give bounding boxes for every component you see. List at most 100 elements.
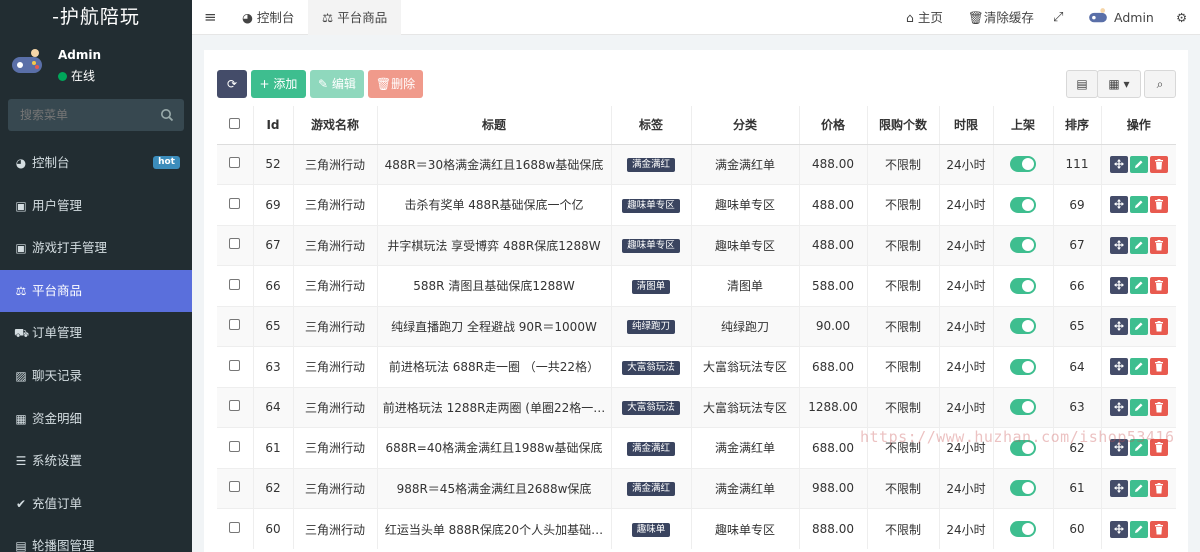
checkbox[interactable] (229, 440, 241, 452)
hamburger-icon[interactable]: ≡ (204, 0, 217, 35)
onsale-toggle[interactable] (1010, 318, 1036, 335)
sidebar-item-banner[interactable]: ▤ 轮播图管理 (0, 525, 192, 552)
row-checkbox-cell[interactable] (217, 467, 253, 509)
table-row[interactable]: 52 三角洲行动 488R＝30格满金满红且1688w基础保底 满金满红 满金满红单 48… (217, 143, 1176, 185)
edit-row-button[interactable] (1129, 236, 1148, 254)
edit-row-button[interactable] (1129, 520, 1148, 538)
checkbox[interactable] (229, 400, 241, 412)
sidebar-item-recharge[interactable]: ✔ 充值订单 (0, 483, 192, 526)
delete-row-button[interactable] (1149, 236, 1168, 254)
onsale-toggle[interactable] (1010, 196, 1036, 213)
table-row[interactable]: 64 三角洲行动 前进格玩法 1288R走两圈 (单圈22格一… 大富翁玩法 大富翁玩法… (217, 386, 1176, 428)
checkbox[interactable] (229, 522, 241, 533)
table-row[interactable]: 62 三角洲行动 988R＝45格满金满红且2688w保底 满金满红 满金满红单 988.… (217, 467, 1176, 509)
row-checkbox-cell[interactable] (217, 265, 253, 306)
row-checkbox-cell[interactable] (217, 305, 253, 347)
delete-row-button[interactable] (1149, 358, 1168, 376)
delete-button[interactable]: 🗑删除 (368, 70, 423, 98)
row-checkbox-cell[interactable] (217, 508, 253, 549)
delete-row-button[interactable] (1149, 398, 1168, 416)
onsale-toggle[interactable] (1010, 156, 1036, 173)
row-checkbox-cell[interactable] (217, 184, 253, 225)
delete-row-button[interactable] (1149, 317, 1168, 335)
refresh-button[interactable]: ⟳ (217, 70, 247, 98)
checkbox[interactable] (229, 117, 241, 129)
onsale-toggle[interactable] (1010, 399, 1036, 416)
edit-row-button[interactable] (1129, 398, 1148, 416)
row-checkbox-cell[interactable] (217, 346, 253, 387)
gears-icon[interactable]: ⚙ (1176, 0, 1187, 35)
sidebar-item-dashboard[interactable]: ◕ 控制台 hot (0, 142, 192, 185)
select-all-checkbox[interactable] (217, 106, 253, 145)
add-button[interactable]: + 添加 (251, 70, 306, 98)
onsale-toggle[interactable] (1010, 237, 1036, 254)
home-link[interactable]: ⌂ 主页 (906, 0, 943, 35)
row-checkbox-cell[interactable] (217, 427, 253, 468)
col-price[interactable]: 价格 (798, 106, 867, 145)
col-category[interactable]: 分类 (690, 106, 799, 145)
drag-move-icon[interactable] (1109, 236, 1128, 254)
col-id[interactable]: Id (252, 106, 293, 145)
delete-row-button[interactable] (1149, 155, 1168, 173)
edit-button[interactable]: ✎ 编辑 (310, 70, 364, 98)
sidebar-item-players[interactable]: ▣ 游戏打手管理 (0, 227, 192, 270)
edit-row-button[interactable] (1129, 196, 1148, 214)
columns-dropdown[interactable]: ▦ ▾ (1097, 70, 1141, 98)
col-limit[interactable]: 限购个数 (866, 106, 939, 145)
admin-menu[interactable]: Admin (1088, 0, 1154, 35)
drag-move-icon[interactable] (1109, 196, 1128, 214)
col-time[interactable]: 时限 (938, 106, 993, 145)
drag-move-icon[interactable] (1109, 479, 1128, 497)
drag-move-icon[interactable] (1109, 520, 1128, 538)
onsale-toggle[interactable] (1010, 521, 1036, 537)
sidebar-item-chat[interactable]: ▨ 聊天记录 (0, 355, 192, 398)
drag-move-icon[interactable] (1109, 277, 1128, 295)
row-checkbox-cell[interactable] (217, 224, 253, 266)
checkbox[interactable] (229, 238, 241, 250)
delete-row-button[interactable] (1149, 479, 1168, 497)
fullscreen-icon[interactable]: ⤢ (1053, 0, 1063, 35)
checkbox[interactable] (229, 481, 241, 493)
drag-move-icon[interactable] (1109, 398, 1128, 416)
toggle-view-button[interactable]: ▤ (1066, 70, 1098, 98)
col-title[interactable]: 标题 (376, 106, 611, 145)
row-checkbox-cell[interactable] (217, 386, 253, 428)
drag-move-icon[interactable] (1109, 155, 1128, 173)
edit-row-button[interactable] (1129, 317, 1148, 335)
edit-row-button[interactable] (1129, 358, 1148, 376)
checkbox[interactable] (229, 359, 241, 371)
drag-move-icon[interactable] (1109, 358, 1128, 376)
checkbox[interactable] (229, 319, 241, 331)
table-row[interactable]: 65 三角洲行动 纯绿直播跑刀 全程避战 90R＝1000W 纯绿跑刀 纯绿跑刀 90.0… (217, 305, 1176, 347)
sidebar-item-funds[interactable]: ▦ 资金明细 (0, 398, 192, 441)
delete-row-button[interactable] (1149, 196, 1168, 214)
col-tag[interactable]: 标签 (610, 106, 691, 145)
col-game[interactable]: 游戏名称 (292, 106, 377, 145)
checkbox[interactable] (229, 157, 241, 169)
sidebar-item-users[interactable]: ▣ 用户管理 (0, 185, 192, 228)
tab-dashboard[interactable]: ◕ 控制台 (232, 0, 304, 35)
edit-row-button[interactable] (1129, 155, 1148, 173)
search-button[interactable]: ⌕ (1144, 70, 1176, 98)
onsale-toggle[interactable] (1010, 358, 1036, 375)
sidebar-item-products[interactable]: ⚖ 平台商品 (0, 269, 192, 313)
edit-row-button[interactable] (1129, 479, 1148, 497)
onsale-toggle[interactable] (1010, 277, 1036, 294)
onsale-toggle[interactable] (1010, 480, 1036, 497)
table-row[interactable]: 67 三角洲行动 井字棋玩法 享受博弈 488R保底1288W 趣味单专区 趣味单专区 4… (217, 224, 1176, 266)
tab-products[interactable]: ⚖ 平台商品 (308, 0, 402, 35)
edit-row-button[interactable] (1129, 277, 1148, 295)
table-row[interactable]: 66 三角洲行动 588R 清图且基础保底1288W 清图单 清图单 588.00 不限制 2… (217, 265, 1176, 306)
app-logo[interactable]: -护航陪玩 (0, 0, 192, 35)
row-checkbox-cell[interactable] (217, 143, 253, 185)
table-row[interactable]: 69 三角洲行动 击杀有奖单 488R基础保底一个亿 趣味单专区 趣味单专区 488.00… (217, 184, 1176, 225)
checkbox[interactable] (229, 197, 241, 209)
table-row[interactable]: 60 三角洲行动 红运当头单 888R保底20个人头加基础… 趣味单 趣味单专区 888.… (217, 508, 1176, 549)
col-sort[interactable]: 排序 (1052, 106, 1101, 145)
delete-row-button[interactable] (1149, 277, 1168, 295)
sidebar-item-settings[interactable]: ☰ 系统设置 (0, 440, 192, 483)
table-row[interactable]: 63 三角洲行动 前进格玩法 688R走一圈 （一共22格） 大富翁玩法 大富翁玩法专区… (217, 346, 1176, 387)
drag-move-icon[interactable] (1109, 317, 1128, 335)
col-onsale[interactable]: 上架 (992, 106, 1053, 145)
clear-cache-button[interactable]: 🗑清除缓存 (968, 0, 1034, 35)
